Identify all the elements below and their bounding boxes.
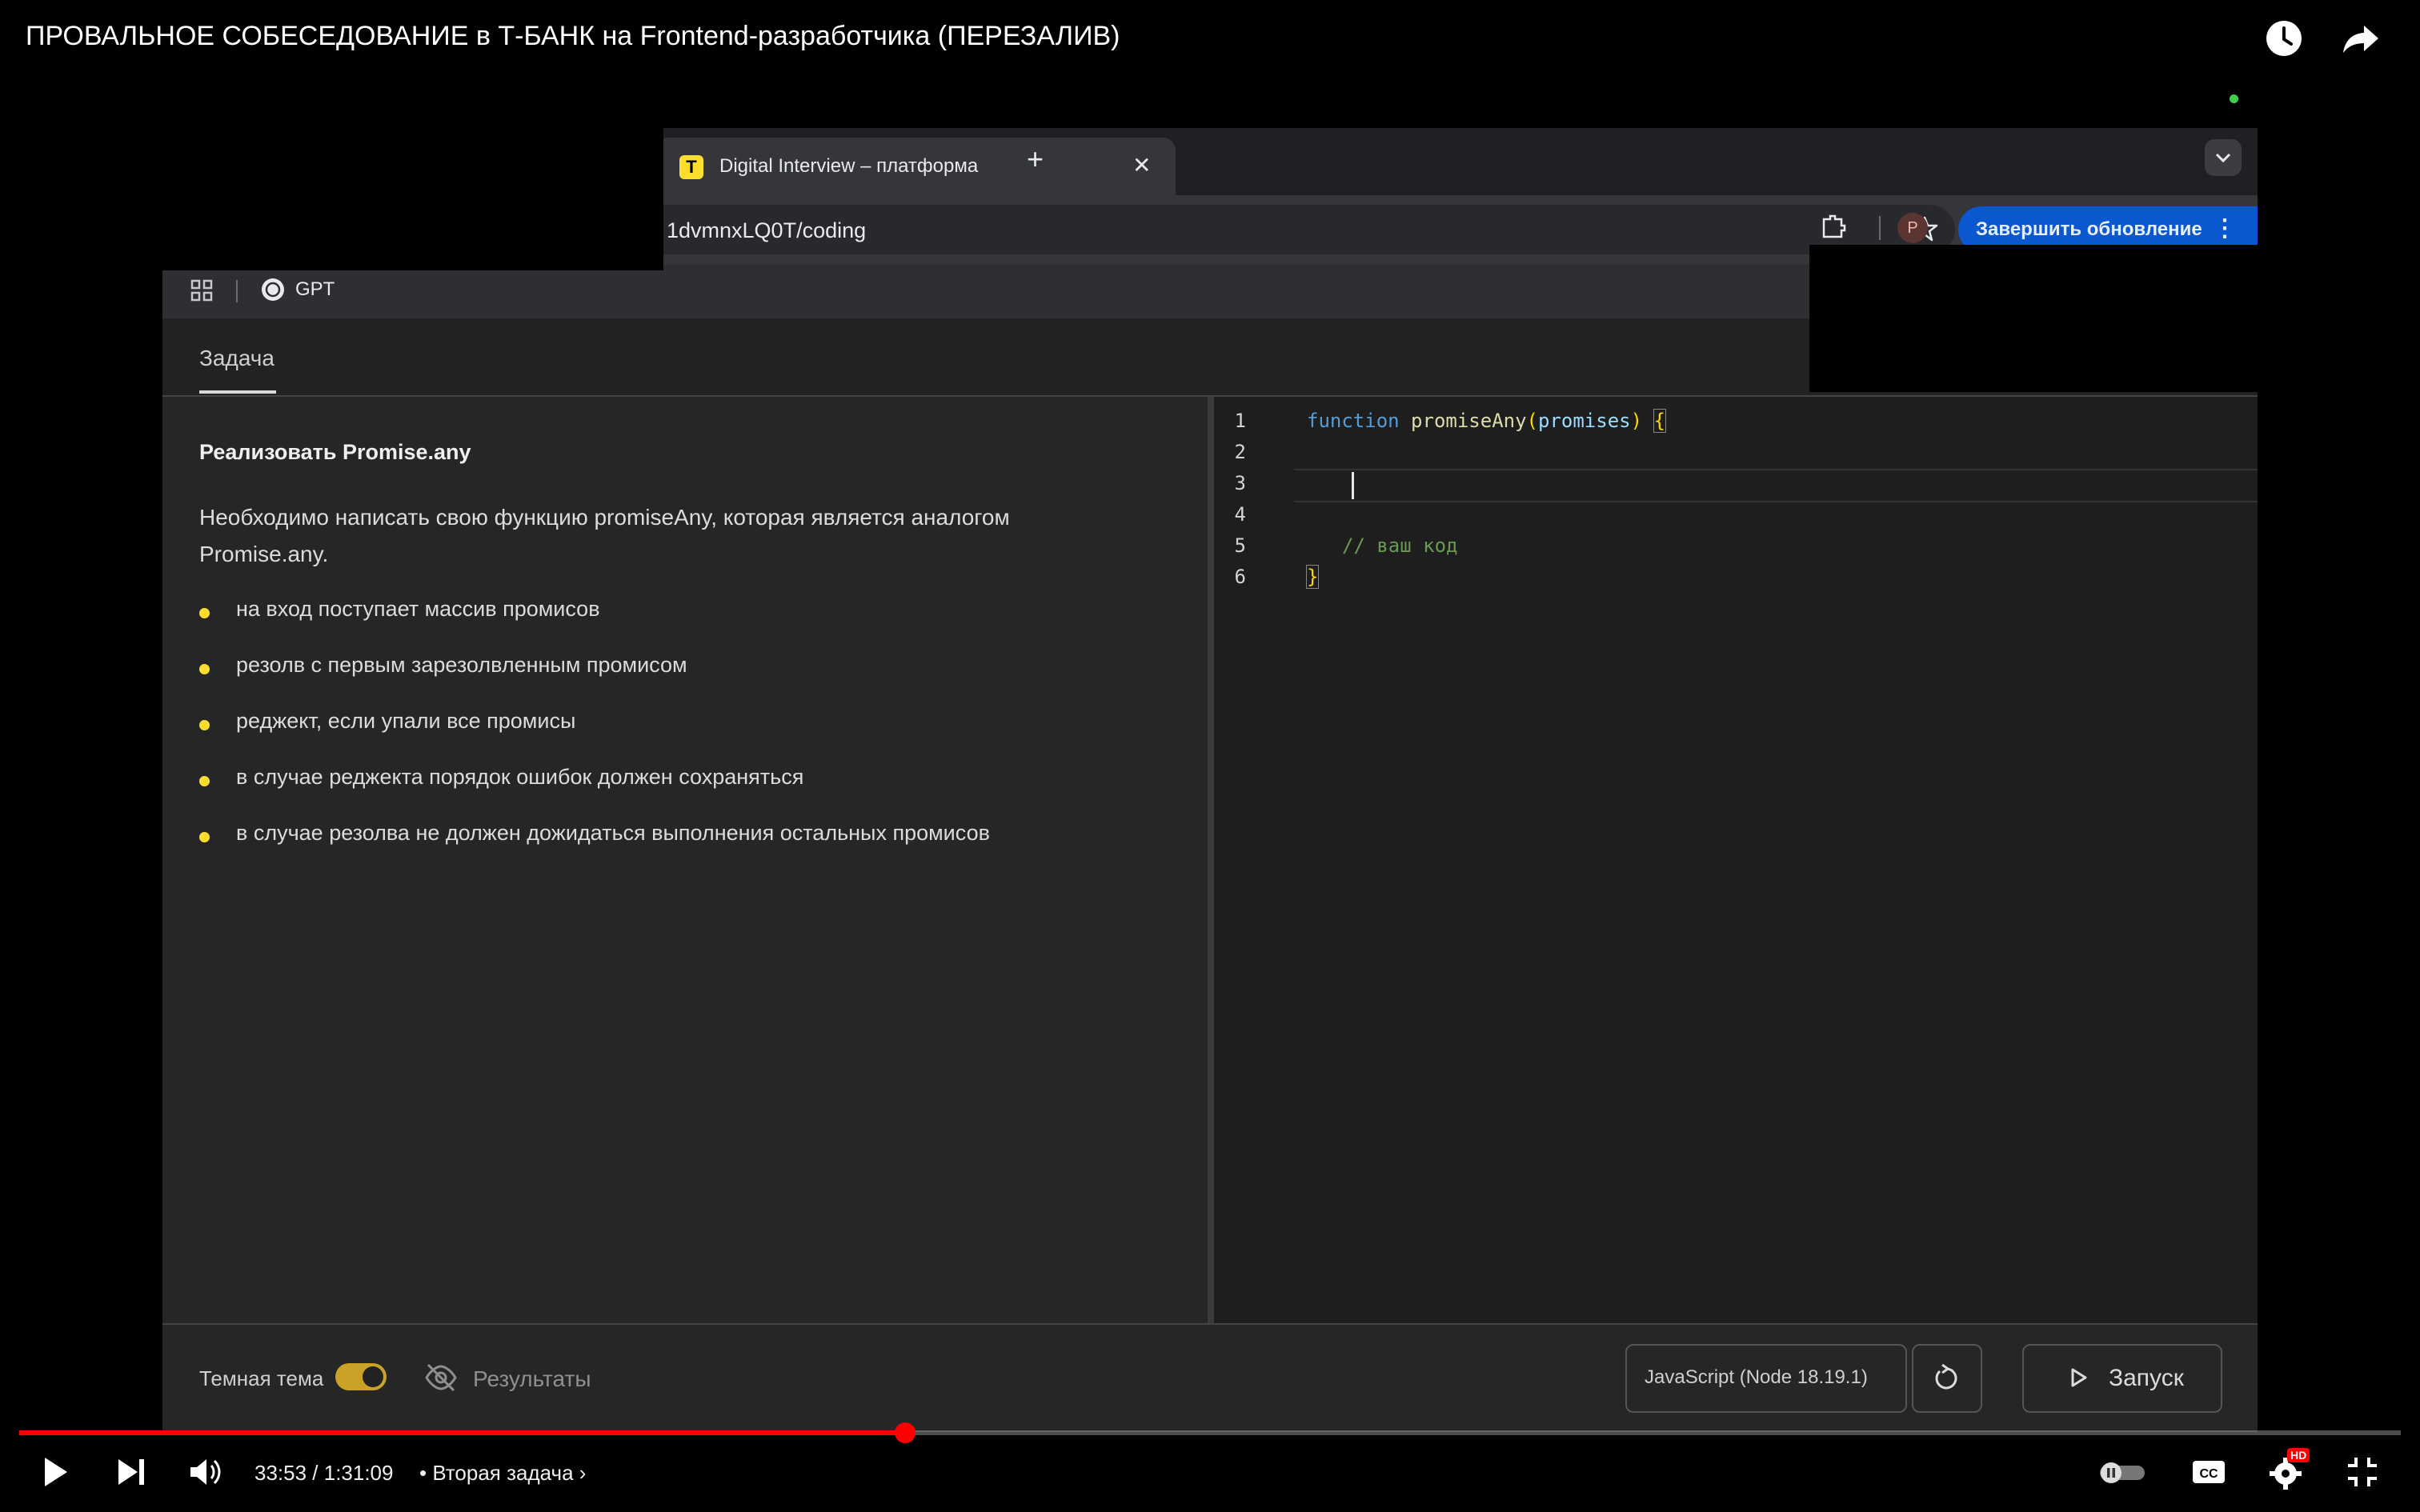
requirement-item: в случае резолва не должен дожидаться вы… <box>199 821 1160 856</box>
profile-avatar[interactable]: P <box>1897 213 1928 243</box>
run-button[interactable]: Запуск <box>2022 1344 2222 1413</box>
bullet-dot-icon <box>199 664 210 674</box>
address-bar[interactable]: 1dvmnxLQ0T/coding <box>627 205 1955 254</box>
code-brace-open: { <box>1653 409 1666 433</box>
code-editor[interactable]: 1 2 3 4 5 6 function promiseAny(promises… <box>1214 397 2258 1323</box>
current-line-highlight <box>1294 469 2258 502</box>
extensions-puzzle-icon[interactable] <box>1819 211 1848 240</box>
browser-tab-active[interactable]: T Digital Interview – платформа ✕ <box>655 138 1176 195</box>
shared-screen: T Digital Interview – платформа ✕ + 1dvm… <box>162 128 2258 1432</box>
progress-played <box>19 1430 906 1435</box>
requirement-text: резолв с первым зарезолвленным промисом <box>236 653 687 677</box>
language-select[interactable]: JavaScript (Node 18.19.1) <box>1625 1344 1907 1413</box>
toggle-knob <box>363 1366 383 1387</box>
bullet-dot-icon <box>199 720 210 730</box>
tab-search-button[interactable] <box>2205 139 2242 176</box>
bookmark-gpt[interactable]: GPT <box>295 278 335 301</box>
bookmarks-divider <box>236 280 238 302</box>
tbank-favicon-icon: T <box>679 155 703 179</box>
run-button-label: Запуск <box>2109 1365 2184 1391</box>
chevron-right-icon: › <box>579 1461 587 1485</box>
apps-grid-icon[interactable] <box>190 278 214 302</box>
requirement-item: резолв с первым зарезолвленным промисом <box>199 653 1160 688</box>
tab-task-underline <box>199 390 276 394</box>
line-number: 4 <box>1234 503 1246 526</box>
watch-later-clock-icon[interactable] <box>2263 18 2305 59</box>
browser-tab-title: Digital Interview – платформа <box>719 155 979 177</box>
line-number: 3 <box>1234 472 1246 494</box>
video-title[interactable]: ПРОВАЛЬНОЕ СОБЕСЕДОВАНИЕ в Т-БАНК на Fro… <box>26 21 1120 52</box>
tab-close-icon[interactable]: ✕ <box>1132 152 1151 178</box>
pane-resize-handle[interactable] <box>1208 397 1214 1323</box>
chevron-down-icon <box>2215 153 2231 163</box>
line-number: 5 <box>1234 534 1246 557</box>
settings-gear-icon[interactable]: HD <box>2266 1448 2310 1491</box>
bullet-dot-icon <box>199 608 210 618</box>
toolbar-divider <box>1879 216 1881 240</box>
tab-task[interactable]: Задача <box>199 346 274 371</box>
subtitles-cc-icon[interactable]: CC <box>2190 1453 2228 1491</box>
requirement-item: реджект, если упали все промисы <box>199 709 1160 744</box>
time-display: 33:53 / 1:31:09 <box>254 1461 394 1485</box>
line-number: 1 <box>1234 410 1246 432</box>
requirement-text: на вход поступает массив промисов <box>236 597 600 621</box>
share-arrow-icon[interactable] <box>2340 18 2382 59</box>
hd-badge: HD <box>2287 1448 2310 1462</box>
line-number: 6 <box>1234 566 1246 588</box>
code-comment: // ваш код <box>1342 534 1458 557</box>
progress-scrubber-handle[interactable] <box>895 1422 916 1443</box>
openai-logo-icon <box>260 277 286 302</box>
chapter-title[interactable]: • Вторая задача › <box>419 1461 586 1486</box>
requirement-text: в случае резолва не должен дожидаться вы… <box>236 821 990 845</box>
autoplay-toggle[interactable] <box>2097 1453 2148 1491</box>
svg-text:CC: CC <box>2199 1467 2218 1481</box>
dark-theme-label: Темная тема <box>199 1366 324 1390</box>
new-tab-plus-icon[interactable]: + <box>1027 142 1044 176</box>
volume-icon[interactable] <box>186 1453 224 1491</box>
requirement-text: в случае реджекта порядок ошибок должен … <box>236 765 804 789</box>
code-parameter: promises <box>1538 410 1631 432</box>
requirement-item: на вход поступает массив промисов <box>199 597 1160 632</box>
exit-fullscreen-icon[interactable] <box>2343 1453 2382 1491</box>
results-toggle-label[interactable]: Результаты <box>473 1366 591 1392</box>
play-icon[interactable] <box>35 1453 74 1491</box>
address-bar-url: 1dvmnxLQ0T/coding <box>667 218 867 242</box>
finish-update-label: Завершить обновление <box>1976 218 2202 240</box>
bullet-dot-icon <box>199 776 210 786</box>
code-line: function promiseAny(promises) { <box>1307 409 1666 433</box>
editor-footer: Темная тема Результаты JavaScript (Node … <box>162 1323 2258 1432</box>
task-pane: Реализовать Promise.any Необходимо напис… <box>162 397 1208 1323</box>
bullet-dot-icon <box>199 832 210 842</box>
code-function-name: promiseAny <box>1411 410 1527 432</box>
dark-theme-toggle[interactable] <box>335 1363 387 1390</box>
requirement-item: в случае реджекта порядок ошибок должен … <box>199 765 1160 800</box>
code-keyword: function <box>1307 410 1400 432</box>
text-cursor <box>1352 472 1354 499</box>
redaction-block <box>162 128 663 270</box>
requirement-text: реджект, если упали все промисы <box>236 709 576 733</box>
more-vertical-icon[interactable]: ⋮ <box>2213 214 2237 242</box>
code-paren: ( <box>1526 410 1538 432</box>
code-brace-close: } <box>1305 565 1320 589</box>
task-description: Необходимо написать свою функцию promise… <box>199 505 1010 566</box>
reset-code-button[interactable] <box>1912 1344 1982 1413</box>
next-video-icon[interactable] <box>112 1453 150 1491</box>
chapter-title-text: • Вторая задача <box>419 1461 574 1485</box>
code-paren: ) <box>1630 410 1643 432</box>
coding-app: Задача Реализовать Promise.any Необходим… <box>162 318 2258 1432</box>
language-selected-value: JavaScript (Node 18.19.1) <box>1645 1366 1868 1388</box>
progress-bar[interactable] <box>19 1430 2401 1435</box>
task-title: Реализовать Promise.any <box>199 440 471 464</box>
eye-off-icon[interactable] <box>423 1360 459 1395</box>
play-icon <box>2071 1368 2087 1387</box>
recording-indicator-dot <box>2230 94 2238 103</box>
reset-arrow-icon <box>1935 1363 1957 1390</box>
redaction-block <box>1809 245 2258 392</box>
line-number: 2 <box>1234 441 1246 463</box>
